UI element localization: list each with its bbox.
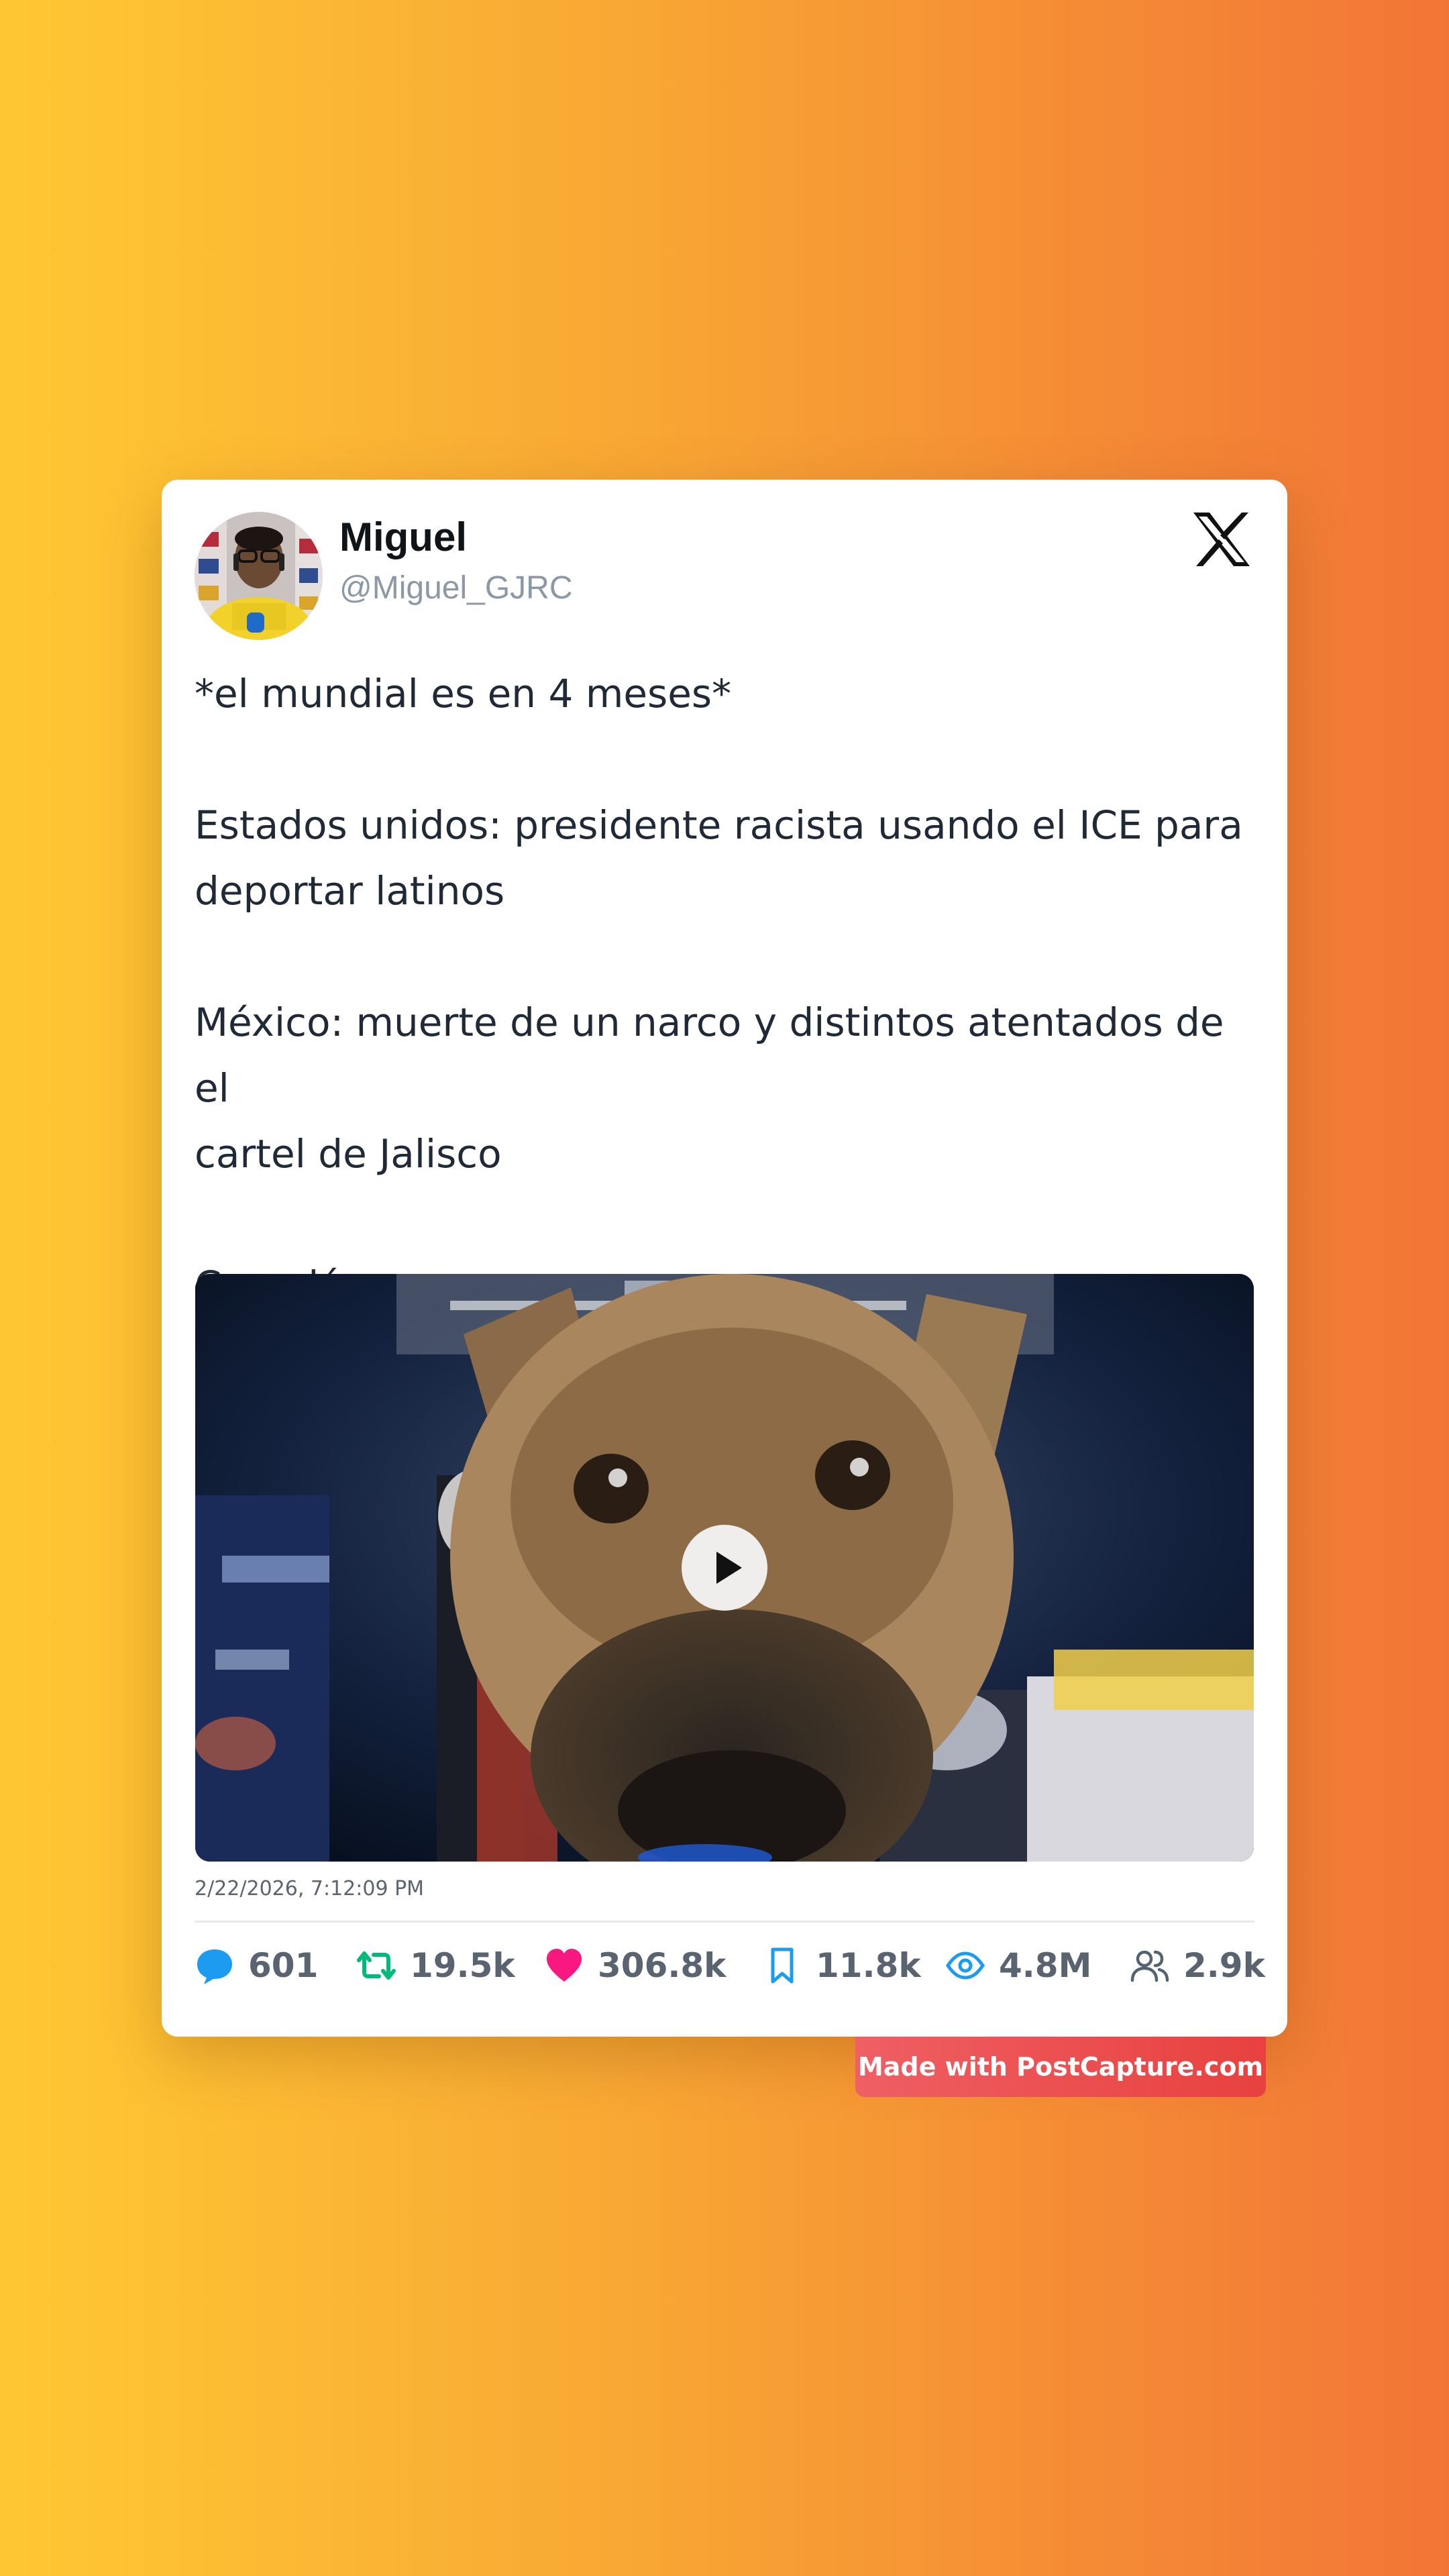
follower-count[interactable]: 2.9k bbox=[1130, 1942, 1265, 1989]
repost-count-value: 19.5k bbox=[410, 1946, 515, 1985]
follower-count-value: 2.9k bbox=[1183, 1946, 1265, 1985]
repost-count[interactable]: 19.5k bbox=[356, 1942, 515, 1989]
comment-bubble-icon bbox=[195, 1945, 235, 1986]
post-text: *el mundial es en 4 meses* Estados unido… bbox=[195, 661, 1261, 1318]
avatar[interactable] bbox=[195, 512, 323, 640]
play-icon bbox=[716, 1552, 742, 1584]
post-text-line: cartel de Jalisco bbox=[195, 1131, 502, 1177]
post-text-line: Estados unidos: presidente racista usand… bbox=[195, 802, 1243, 848]
bookmark-count[interactable]: 11.8k bbox=[762, 1942, 921, 1989]
bookmark-count-value: 11.8k bbox=[816, 1946, 921, 1985]
post-card: Miguel @Miguel_GJRC *el mundial es en 4 … bbox=[162, 480, 1287, 2037]
heart-icon bbox=[544, 1945, 584, 1986]
users-icon bbox=[1130, 1945, 1170, 1986]
post-text-line: deportar latinos bbox=[195, 868, 505, 914]
eye-icon bbox=[945, 1945, 985, 1986]
view-count[interactable]: 4.8M bbox=[945, 1942, 1091, 1989]
like-count[interactable]: 306.8k bbox=[544, 1942, 726, 1989]
divider bbox=[195, 1921, 1254, 1923]
post-text-line: México: muerte de un narco y distintos a… bbox=[195, 1000, 1224, 1111]
repost-icon bbox=[356, 1945, 396, 1986]
view-count-value: 4.8M bbox=[999, 1946, 1092, 1985]
like-count-value: 306.8k bbox=[598, 1946, 727, 1985]
author-name[interactable]: Miguel bbox=[339, 513, 467, 561]
author-handle[interactable]: @Miguel_GJRC bbox=[339, 569, 572, 608]
watermark-badge[interactable]: Made with PostCapture.com bbox=[855, 2037, 1266, 2097]
play-button[interactable] bbox=[682, 1525, 767, 1611]
post-timestamp: 2/22/2026, 7:12:09 PM bbox=[195, 1877, 425, 1900]
post-text-line: *el mundial es en 4 meses* bbox=[195, 671, 732, 716]
reply-count[interactable]: 601 bbox=[195, 1942, 318, 1989]
video-thumbnail[interactable] bbox=[195, 1274, 1254, 1862]
reply-count-value: 601 bbox=[248, 1946, 319, 1985]
bookmark-icon bbox=[762, 1945, 802, 1986]
x-logo-icon bbox=[1192, 511, 1251, 568]
